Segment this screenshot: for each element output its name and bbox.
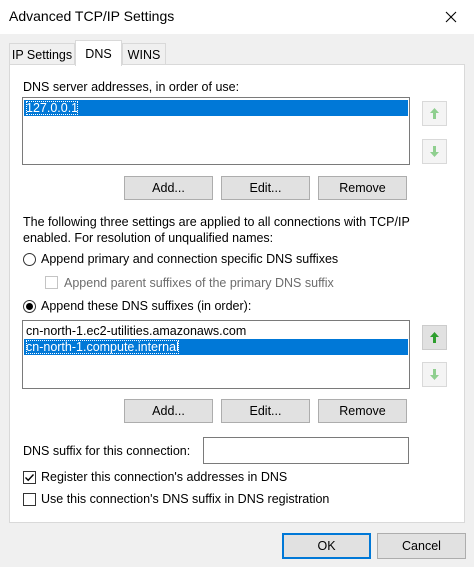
dns-suffix-edit-button[interactable]: Edit... [221,399,310,423]
register-label[interactable]: Register this connection's addresses in … [41,470,287,484]
dns-server-edit-button[interactable]: Edit... [221,176,310,200]
radio-circle [23,253,36,266]
tab-wins[interactable]: WINS [122,43,166,65]
info-text-line1: The following three settings are applied… [23,215,410,229]
dns-suffix-item-1: cn-north-1.compute.internal [26,340,179,354]
use-suffix-label[interactable]: Use this connection's DNS suffix in DNS … [41,492,329,506]
arrow-down-icon [430,369,439,380]
dns-servers-list[interactable]: 127.0.0.1 [22,97,410,165]
tab-wins-label: WINS [127,47,161,62]
arrow-up-icon [430,108,439,119]
append-parent-checkbox[interactable] [45,276,58,289]
dns-suffix-remove-button[interactable]: Remove [318,399,407,423]
tab-dns-label: DNS [85,46,112,61]
dns-server-move-up-button[interactable] [422,101,447,126]
arrow-down-icon [430,146,439,157]
cancel-button[interactable]: Cancel [377,533,466,559]
append-parent-label: Append parent suffixes of the primary DN… [64,276,334,290]
radio-circle [23,300,36,313]
close-button[interactable] [428,0,474,34]
dns-server-move-down-button[interactable] [422,139,447,164]
arrow-up-icon [430,332,439,343]
dns-servers-label: DNS server addresses, in order of use: [23,80,240,94]
connection-suffix-input[interactable] [203,437,409,464]
register-checkbox[interactable] [23,471,36,484]
dns-suffixes-list[interactable]: cn-north-1.ec2-utilities.amazonaws.com c… [22,320,410,389]
use-suffix-checkbox[interactable] [23,493,36,506]
append-these-label[interactable]: Append these DNS suffixes (in order): [41,299,251,313]
window-title: Advanced TCP/IP Settings [9,8,175,24]
connection-suffix-label: DNS suffix for this connection: [23,444,191,458]
dns-suffix-move-down-button[interactable] [422,362,447,387]
list-item[interactable]: cn-north-1.compute.internal [24,339,408,355]
tab-dns[interactable]: DNS [75,40,122,66]
tab-ip-settings-label: IP Settings [11,47,73,62]
append-primary-radio[interactable] [22,252,38,268]
info-text-line2: enabled. For resolution of unqualified n… [23,231,274,245]
dns-server-item: 127.0.0.1 [26,101,79,115]
append-primary-label[interactable]: Append primary and connection specific D… [41,252,338,266]
close-icon [445,11,457,23]
append-these-radio[interactable] [22,299,38,315]
list-item[interactable]: 127.0.0.1 [24,100,408,116]
list-item[interactable]: cn-north-1.ec2-utilities.amazonaws.com [24,323,408,339]
dns-suffix-item-0: cn-north-1.ec2-utilities.amazonaws.com [26,324,247,338]
tab-ip-settings[interactable]: IP Settings [9,43,75,65]
dns-server-remove-button[interactable]: Remove [318,176,407,200]
dns-suffix-add-button[interactable]: Add... [124,399,213,423]
dns-suffix-move-up-button[interactable] [422,325,447,350]
dns-server-add-button[interactable]: Add... [124,176,213,200]
checkmark-icon [25,474,35,482]
ok-button[interactable]: OK [282,533,371,559]
